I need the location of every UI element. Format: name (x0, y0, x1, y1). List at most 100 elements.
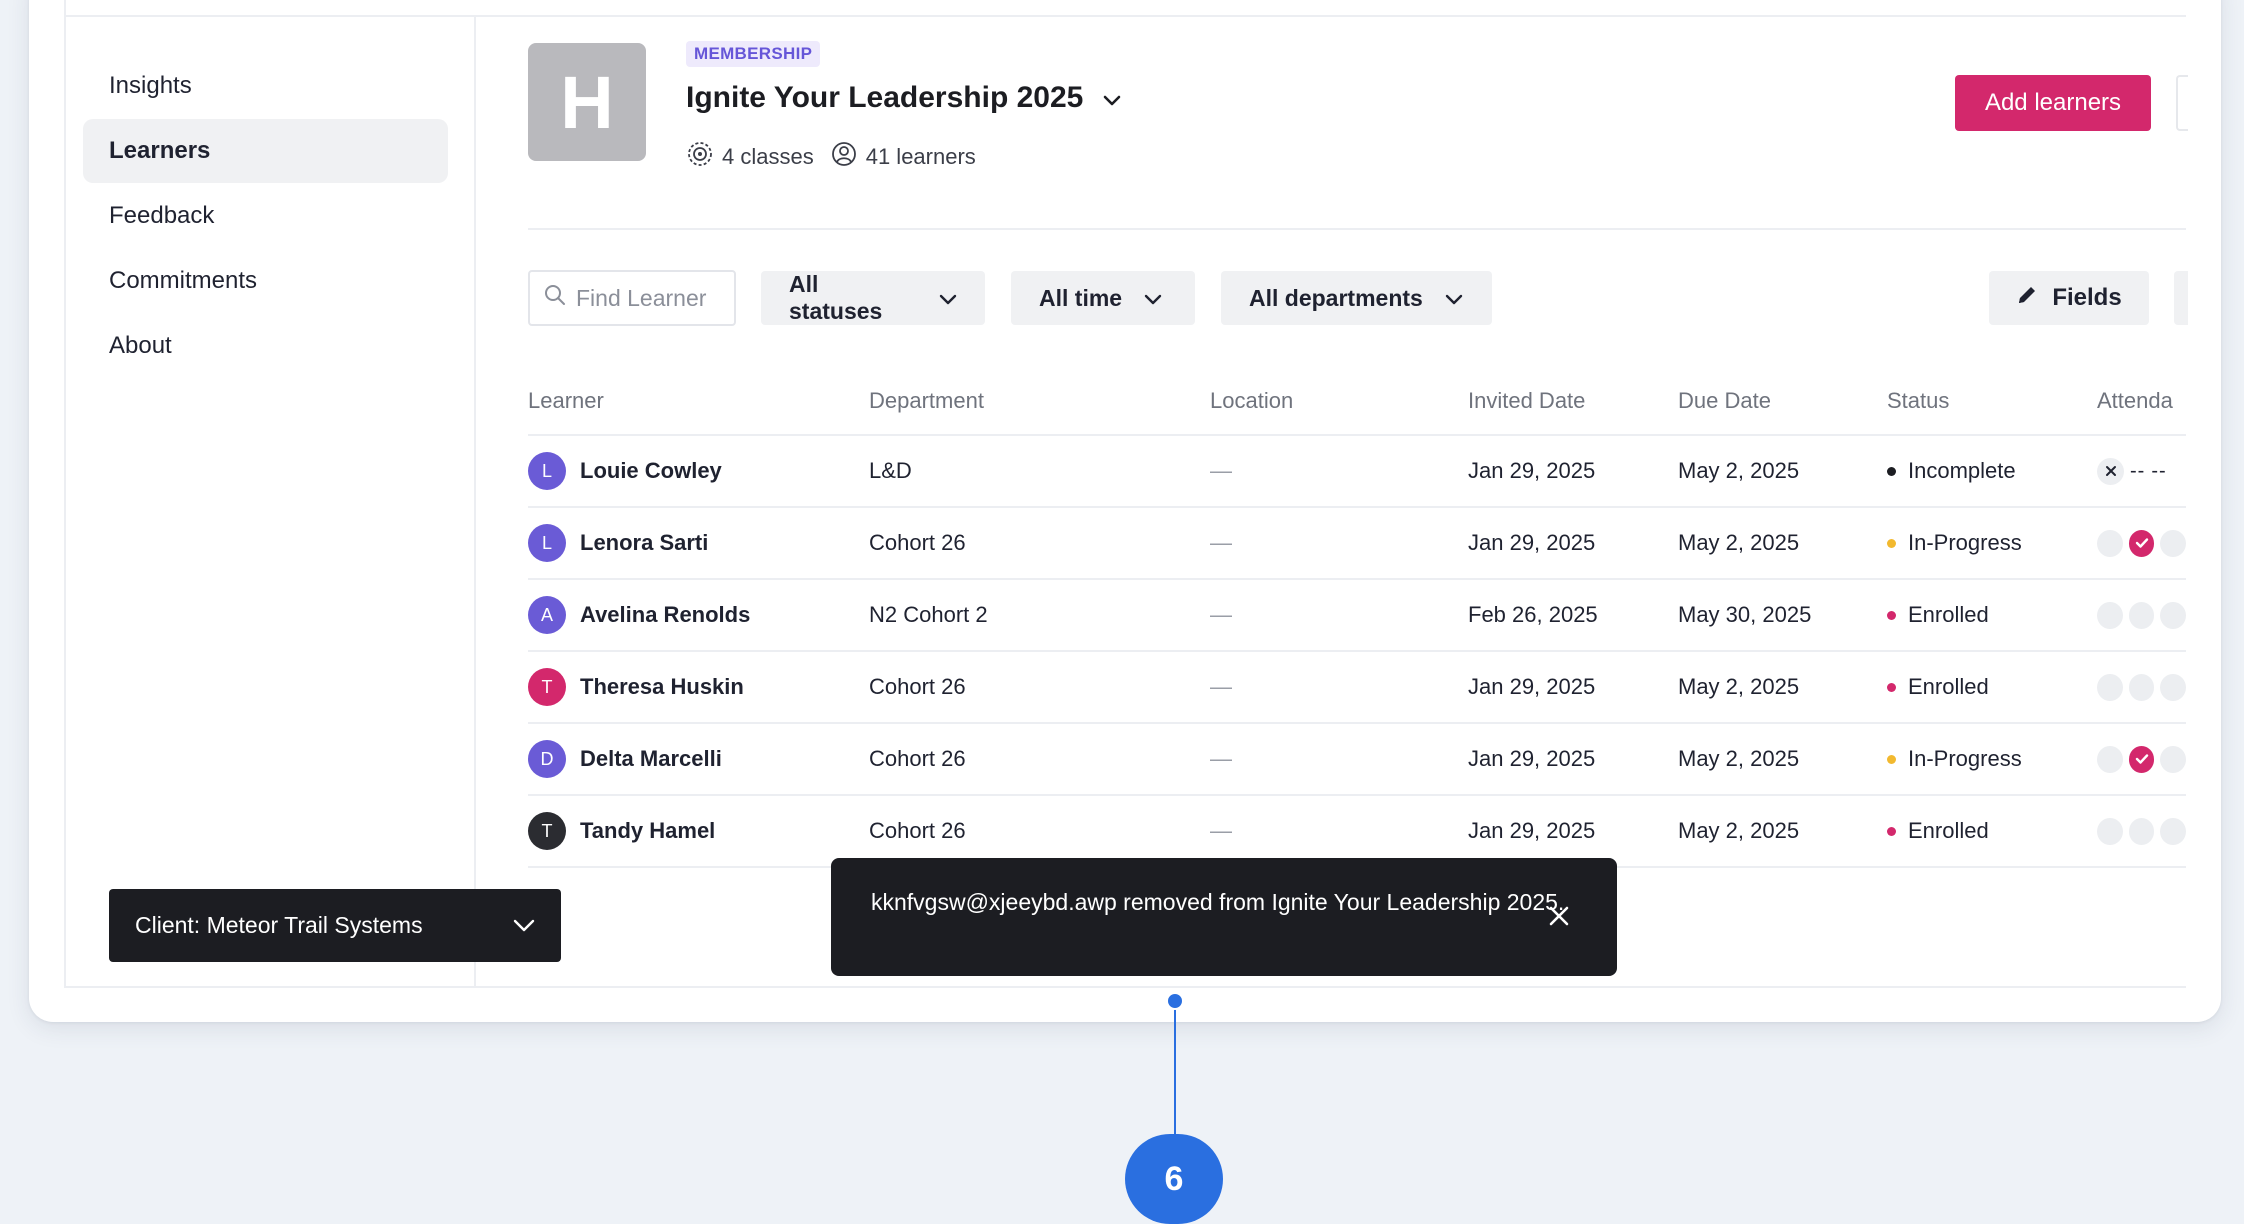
status-filter[interactable]: All statuses (761, 271, 985, 325)
location-cell: — (1210, 602, 1232, 627)
sidebar-item-learners[interactable]: Learners (83, 119, 448, 183)
sidebar-item-feedback[interactable]: Feedback (83, 184, 448, 248)
attendance-empty[interactable] (2128, 673, 2155, 701)
client-selector-label: Client: Meteor Trail Systems (135, 912, 423, 938)
add-learners-button[interactable]: Add learners (1955, 75, 2151, 131)
program-logo: H (528, 43, 646, 161)
learner-name: Theresa Huskin (580, 674, 744, 699)
table-row[interactable]: D Delta Marcelli Cohort 26 — Jan 29, 2025 May… (528, 724, 2186, 796)
department-filter[interactable]: All departments (1221, 271, 1492, 325)
page-title: Ignite Your Leadership 2025 (686, 81, 1084, 114)
avatar: D (528, 740, 566, 778)
department-cell: L&D (869, 458, 912, 483)
sidebar-divider (474, 15, 476, 988)
invited-date-cell: Jan 29, 2025 (1468, 458, 1596, 483)
client-selector[interactable]: Client: Meteor Trail Systems (109, 889, 561, 962)
program-meta: 4 classes 41 learners (686, 140, 976, 174)
attendance-empty[interactable] (2128, 601, 2155, 629)
attendance-unmarked[interactable]: -- (2130, 436, 2145, 506)
status-dot (1887, 466, 1896, 476)
table-header: Learner Department Location Invited Date… (528, 370, 2186, 436)
department-cell: Cohort 26 (869, 674, 966, 699)
department-cell: Cohort 26 (869, 746, 966, 771)
col-due-date[interactable]: Due Date (1678, 388, 1771, 414)
learner-cell[interactable]: T Theresa Huskin (528, 652, 744, 722)
sidebar-item-insights[interactable]: Insights (83, 54, 448, 118)
chevron-down-icon (939, 285, 957, 312)
check-icon[interactable] (2128, 529, 2155, 557)
department-cell: N2 Cohort 2 (869, 602, 988, 627)
status-badge: Enrolled (1887, 652, 1989, 722)
avatar: T (528, 812, 566, 850)
learner-name: Lenora Sarti (580, 530, 709, 555)
sidebar-item-commitments[interactable]: Commitments (83, 249, 448, 313)
attendance-empty[interactable] (2160, 817, 2186, 845)
table-row[interactable]: L Lenora Sarti Cohort 26 — Jan 29, 2025 May 2… (528, 508, 2186, 580)
attendance-empty[interactable] (2097, 673, 2123, 701)
status-label: In-Progress (1908, 530, 2022, 555)
table-row[interactable]: L Louie Cowley L&D — Jan 29, 2025 May 2, 2025… (528, 436, 2186, 508)
status-label: Enrolled (1908, 674, 1989, 699)
learner-cell[interactable]: A Avelina Renolds (528, 580, 750, 650)
col-location[interactable]: Location (1210, 388, 1293, 414)
sidebar-item-about[interactable]: About (83, 314, 448, 378)
absent-icon[interactable] (2097, 457, 2124, 485)
status-badge: In-Progress (1887, 724, 2022, 794)
status-dot (1887, 754, 1896, 764)
extra-toolbar-button[interactable] (2174, 271, 2188, 325)
attendance-empty[interactable] (2160, 745, 2186, 773)
due-date-cell: May 30, 2025 (1678, 602, 1812, 627)
status-badge: Enrolled (1887, 796, 1989, 866)
department-filter-label: All departments (1249, 284, 1423, 311)
col-status[interactable]: Status (1887, 388, 1949, 414)
time-filter[interactable]: All time (1011, 271, 1195, 325)
more-actions-button[interactable] (2176, 75, 2188, 131)
avatar: T (528, 668, 566, 706)
attendance-empty[interactable] (2160, 529, 2186, 557)
table-row[interactable]: A Avelina Renolds N2 Cohort 2 — Feb 26, 2025… (528, 580, 2186, 652)
invited-date-cell: Jan 29, 2025 (1468, 746, 1596, 771)
attendance-unmarked[interactable]: -- (2151, 436, 2166, 506)
search-icon (544, 284, 566, 312)
learner-cell[interactable]: D Delta Marcelli (528, 724, 722, 794)
department-cell: Cohort 26 (869, 818, 966, 843)
fields-button[interactable]: Fields (1989, 271, 2149, 325)
program-title-dropdown[interactable]: Ignite Your Leadership 2025 (686, 81, 1121, 115)
search-field[interactable] (528, 270, 736, 326)
attendance-empty[interactable] (2097, 601, 2123, 629)
learners-label: 41 learners (865, 144, 976, 169)
col-attendance[interactable]: Attenda (2097, 388, 2173, 414)
close-icon[interactable] (1547, 904, 1571, 937)
learner-cell[interactable]: T Tandy Hamel (528, 796, 715, 866)
due-date-cell: May 2, 2025 (1678, 746, 1800, 771)
col-learner[interactable]: Learner (528, 388, 604, 414)
table-body: L Louie Cowley L&D — Jan 29, 2025 May 2, 2025… (528, 436, 2186, 868)
status-badge: Incomplete (1887, 436, 2016, 506)
check-icon[interactable] (2128, 745, 2155, 773)
col-invited-date[interactable]: Invited Date (1468, 388, 1585, 414)
status-label: In-Progress (1908, 746, 2022, 771)
attendance-empty[interactable] (2160, 601, 2186, 629)
status-badge: Enrolled (1887, 580, 1989, 650)
search-input[interactable] (576, 284, 726, 312)
attendance-empty[interactable] (2097, 529, 2123, 557)
attendance-cell (2097, 652, 2186, 722)
avatar: L (528, 452, 566, 490)
invited-date-cell: Jan 29, 2025 (1468, 818, 1596, 843)
location-cell: — (1210, 458, 1232, 483)
avatar: L (528, 524, 566, 562)
attendance-empty[interactable] (2128, 817, 2155, 845)
invited-date-cell: Jan 29, 2025 (1468, 530, 1596, 555)
toast-notification: kknfvgsw@xjeeybd.awp removed from Ignite… (831, 858, 1617, 976)
due-date-cell: May 2, 2025 (1678, 530, 1800, 555)
chevron-down-icon (1445, 285, 1463, 312)
learner-cell[interactable]: L Lenora Sarti (528, 508, 708, 578)
learner-cell[interactable]: L Louie Cowley (528, 436, 722, 506)
due-date-cell: May 2, 2025 (1678, 674, 1800, 699)
col-department[interactable]: Department (869, 388, 984, 414)
attendance-empty[interactable] (2160, 673, 2186, 701)
attendance-empty[interactable] (2097, 817, 2123, 845)
status-label: Incomplete (1908, 458, 2016, 483)
attendance-empty[interactable] (2097, 745, 2123, 773)
table-row[interactable]: T Theresa Huskin Cohort 26 — Jan 29, 2025 May… (528, 652, 2186, 724)
